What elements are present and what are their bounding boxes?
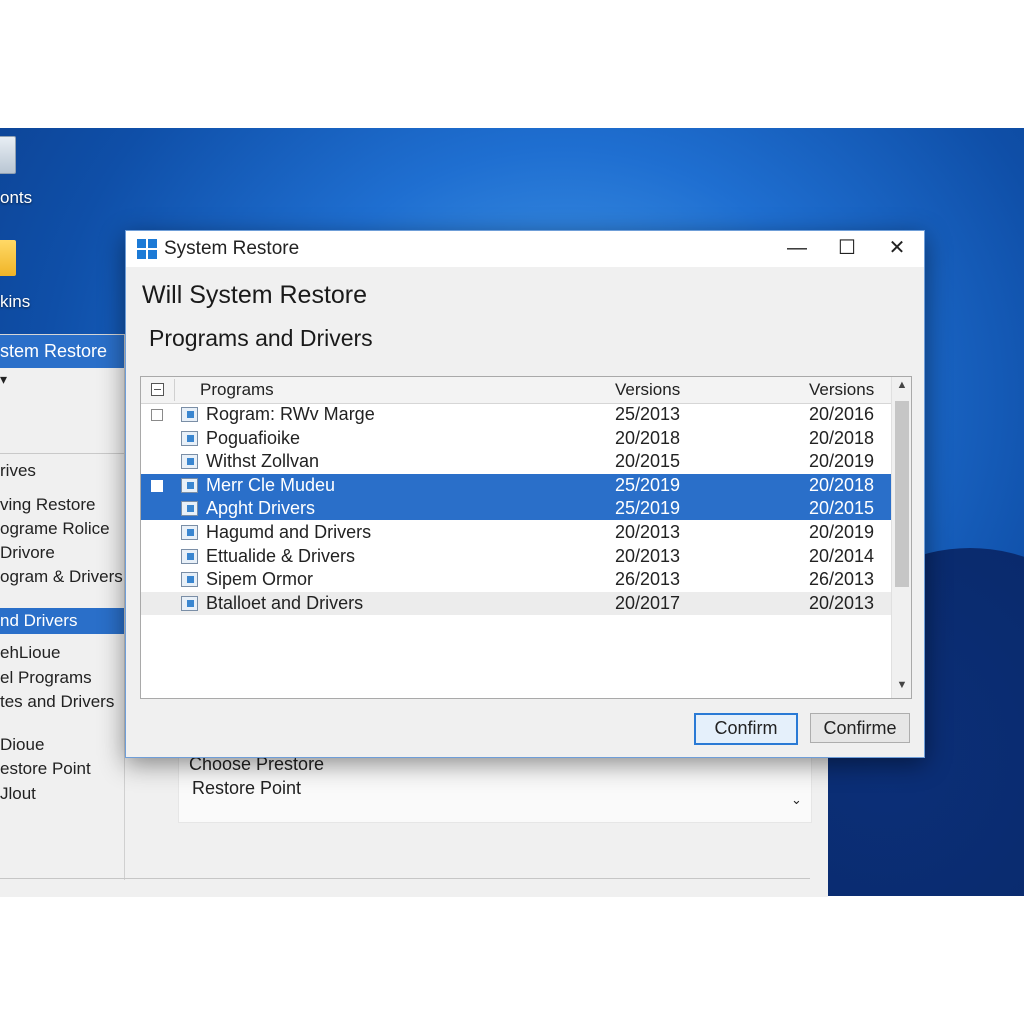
folder-icon[interactable] bbox=[0, 240, 16, 276]
version-cell: 20/2014 bbox=[809, 545, 875, 566]
program-icon bbox=[181, 430, 198, 446]
version-cell: 20/2017 bbox=[615, 592, 681, 613]
confirm-button[interactable]: Confirm bbox=[694, 713, 798, 745]
column-header-versions[interactable]: Versions bbox=[615, 380, 680, 400]
program-icon bbox=[181, 501, 198, 517]
program-name: Merr Cle Mudeu bbox=[206, 474, 336, 495]
program-name: Poguafioike bbox=[206, 427, 301, 448]
table-row[interactable]: Sipem Ormor 26/2013 26/2013 bbox=[141, 568, 891, 591]
sidebar-item[interactable]: Dioue bbox=[0, 735, 124, 755]
version-cell: 20/2013 bbox=[615, 545, 681, 566]
version-cell: 20/2018 bbox=[809, 474, 875, 495]
column-separator bbox=[174, 379, 175, 401]
program-name: Rogram: RWv Marge bbox=[206, 404, 375, 424]
program-name: Sipem Ormor bbox=[206, 569, 314, 590]
program-name: Ettualide & Drivers bbox=[206, 545, 356, 566]
vertical-scrollbar[interactable]: ▲ ▼ bbox=[891, 377, 911, 698]
sidebar-item[interactable]: ogram & Drivers bbox=[0, 567, 124, 587]
scroll-up-icon[interactable]: ▲ bbox=[892, 379, 911, 391]
desktop-icon-label[interactable]: onts bbox=[0, 188, 32, 208]
table-row[interactable]: Withst Zollvan 20/2015 20/2019 bbox=[141, 450, 891, 473]
version-cell: 25/2013 bbox=[615, 404, 681, 424]
close-button[interactable]: ✕ bbox=[872, 231, 922, 267]
version-cell: 25/2019 bbox=[615, 498, 681, 519]
program-icon bbox=[181, 572, 198, 588]
program-icon bbox=[181, 525, 198, 540]
sidebar-item[interactable]: ehLioue bbox=[0, 643, 124, 663]
sidebar-item[interactable]: ograme Rolice bbox=[0, 519, 124, 539]
version-cell: 26/2013 bbox=[615, 569, 681, 590]
program-icon bbox=[181, 407, 198, 422]
sidebar-item[interactable]: estore Point bbox=[0, 759, 124, 779]
version-cell: 20/2013 bbox=[615, 522, 681, 542]
chevron-down-icon[interactable]: ⌄ bbox=[791, 792, 802, 808]
table-row[interactable]: Apght Drivers 25/2019 20/2015 bbox=[141, 497, 891, 521]
sidebar-item[interactable]: Drivore bbox=[0, 543, 124, 563]
program-name: Apght Drivers bbox=[206, 498, 316, 519]
sidebar-item-drivers[interactable]: nd Drivers bbox=[0, 608, 124, 634]
program-name: Withst Zollvan bbox=[206, 451, 320, 472]
version-cell: 26/2013 bbox=[809, 569, 875, 590]
program-name: Hagumd and Drivers bbox=[206, 522, 372, 542]
restore-point-panel[interactable]: Choose Prestore Restore Point ⌄ bbox=[178, 753, 812, 823]
version-cell: 25/2019 bbox=[615, 474, 681, 495]
sidebar-item[interactable]: el Programs bbox=[0, 668, 124, 688]
title-bar[interactable]: System Restore — ☐ ✕ bbox=[126, 231, 924, 267]
chevron-down-icon[interactable]: ▾ bbox=[0, 371, 124, 388]
table-row[interactable]: Merr Cle Mudeu 25/2019 20/2018 bbox=[141, 473, 891, 497]
table-row[interactable]: Btalloet and Drivers 20/2017 20/2013 bbox=[141, 591, 891, 615]
version-cell: 20/2018 bbox=[809, 427, 875, 448]
version-cell: 20/2019 bbox=[809, 451, 875, 472]
background-sidebar: stem Restore ▾ rives ving Restore ograme… bbox=[0, 335, 125, 880]
program-icon bbox=[181, 595, 198, 611]
system-restore-dialog: System Restore — ☐ ✕ Will System Restore… bbox=[125, 230, 925, 758]
windows-logo-icon bbox=[137, 239, 157, 259]
table-row[interactable]: Rogram: RWv Marge 25/2013 20/2016 bbox=[141, 403, 891, 426]
sidebar-item-system-restore[interactable]: stem Restore bbox=[0, 335, 124, 368]
row-checkbox[interactable] bbox=[151, 479, 163, 492]
divider bbox=[0, 453, 124, 454]
table-row[interactable]: Ettualide & Drivers 20/2013 20/2014 bbox=[141, 545, 891, 568]
sidebar-item[interactable]: tes and Drivers bbox=[0, 692, 124, 712]
program-icon bbox=[181, 548, 198, 564]
confirme-button[interactable]: Confirme bbox=[810, 713, 910, 743]
row-checkbox[interactable] bbox=[151, 409, 163, 421]
scroll-thumb[interactable] bbox=[895, 401, 909, 587]
desktop-icon-label[interactable]: kins bbox=[0, 292, 30, 312]
panel-line: Restore Point bbox=[192, 778, 302, 798]
column-header-programs[interactable]: Programs bbox=[200, 380, 274, 400]
version-cell: 20/2013 bbox=[809, 592, 875, 613]
dialog-heading: Will System Restore bbox=[142, 281, 368, 309]
program-icon bbox=[181, 454, 198, 470]
sidebar-item[interactable]: rives bbox=[0, 461, 124, 481]
window-title: System Restore bbox=[164, 238, 300, 259]
scroll-down-icon[interactable]: ▼ bbox=[892, 679, 911, 691]
select-all-checkbox[interactable] bbox=[151, 383, 164, 396]
column-header-versions-2[interactable]: Versions bbox=[809, 380, 874, 400]
programs-list[interactable]: Programs Versions Versions Rogram: RWv M… bbox=[140, 376, 912, 699]
maximize-button[interactable]: ☐ bbox=[822, 231, 872, 267]
program-icon bbox=[181, 477, 198, 493]
version-cell: 20/2015 bbox=[809, 498, 875, 519]
version-cell: 20/2015 bbox=[615, 451, 681, 472]
table-row[interactable]: Hagumd and Drivers 20/2013 20/2019 bbox=[141, 521, 891, 544]
recycle-bin-icon[interactable] bbox=[0, 136, 16, 174]
sidebar-item[interactable]: ving Restore bbox=[0, 495, 124, 515]
divider bbox=[0, 878, 810, 879]
program-name: Btalloet and Drivers bbox=[206, 592, 364, 613]
minimize-button[interactable]: — bbox=[772, 231, 822, 267]
dialog-subheading: Programs and Drivers bbox=[149, 325, 373, 351]
list-header: Programs Versions Versions bbox=[141, 377, 911, 404]
sidebar-item[interactable]: Jlout bbox=[0, 784, 124, 804]
version-cell: 20/2019 bbox=[809, 522, 875, 542]
table-row[interactable]: Poguafioike 20/2018 20/2018 bbox=[141, 427, 891, 450]
version-cell: 20/2018 bbox=[615, 427, 681, 448]
version-cell: 20/2016 bbox=[809, 404, 875, 424]
